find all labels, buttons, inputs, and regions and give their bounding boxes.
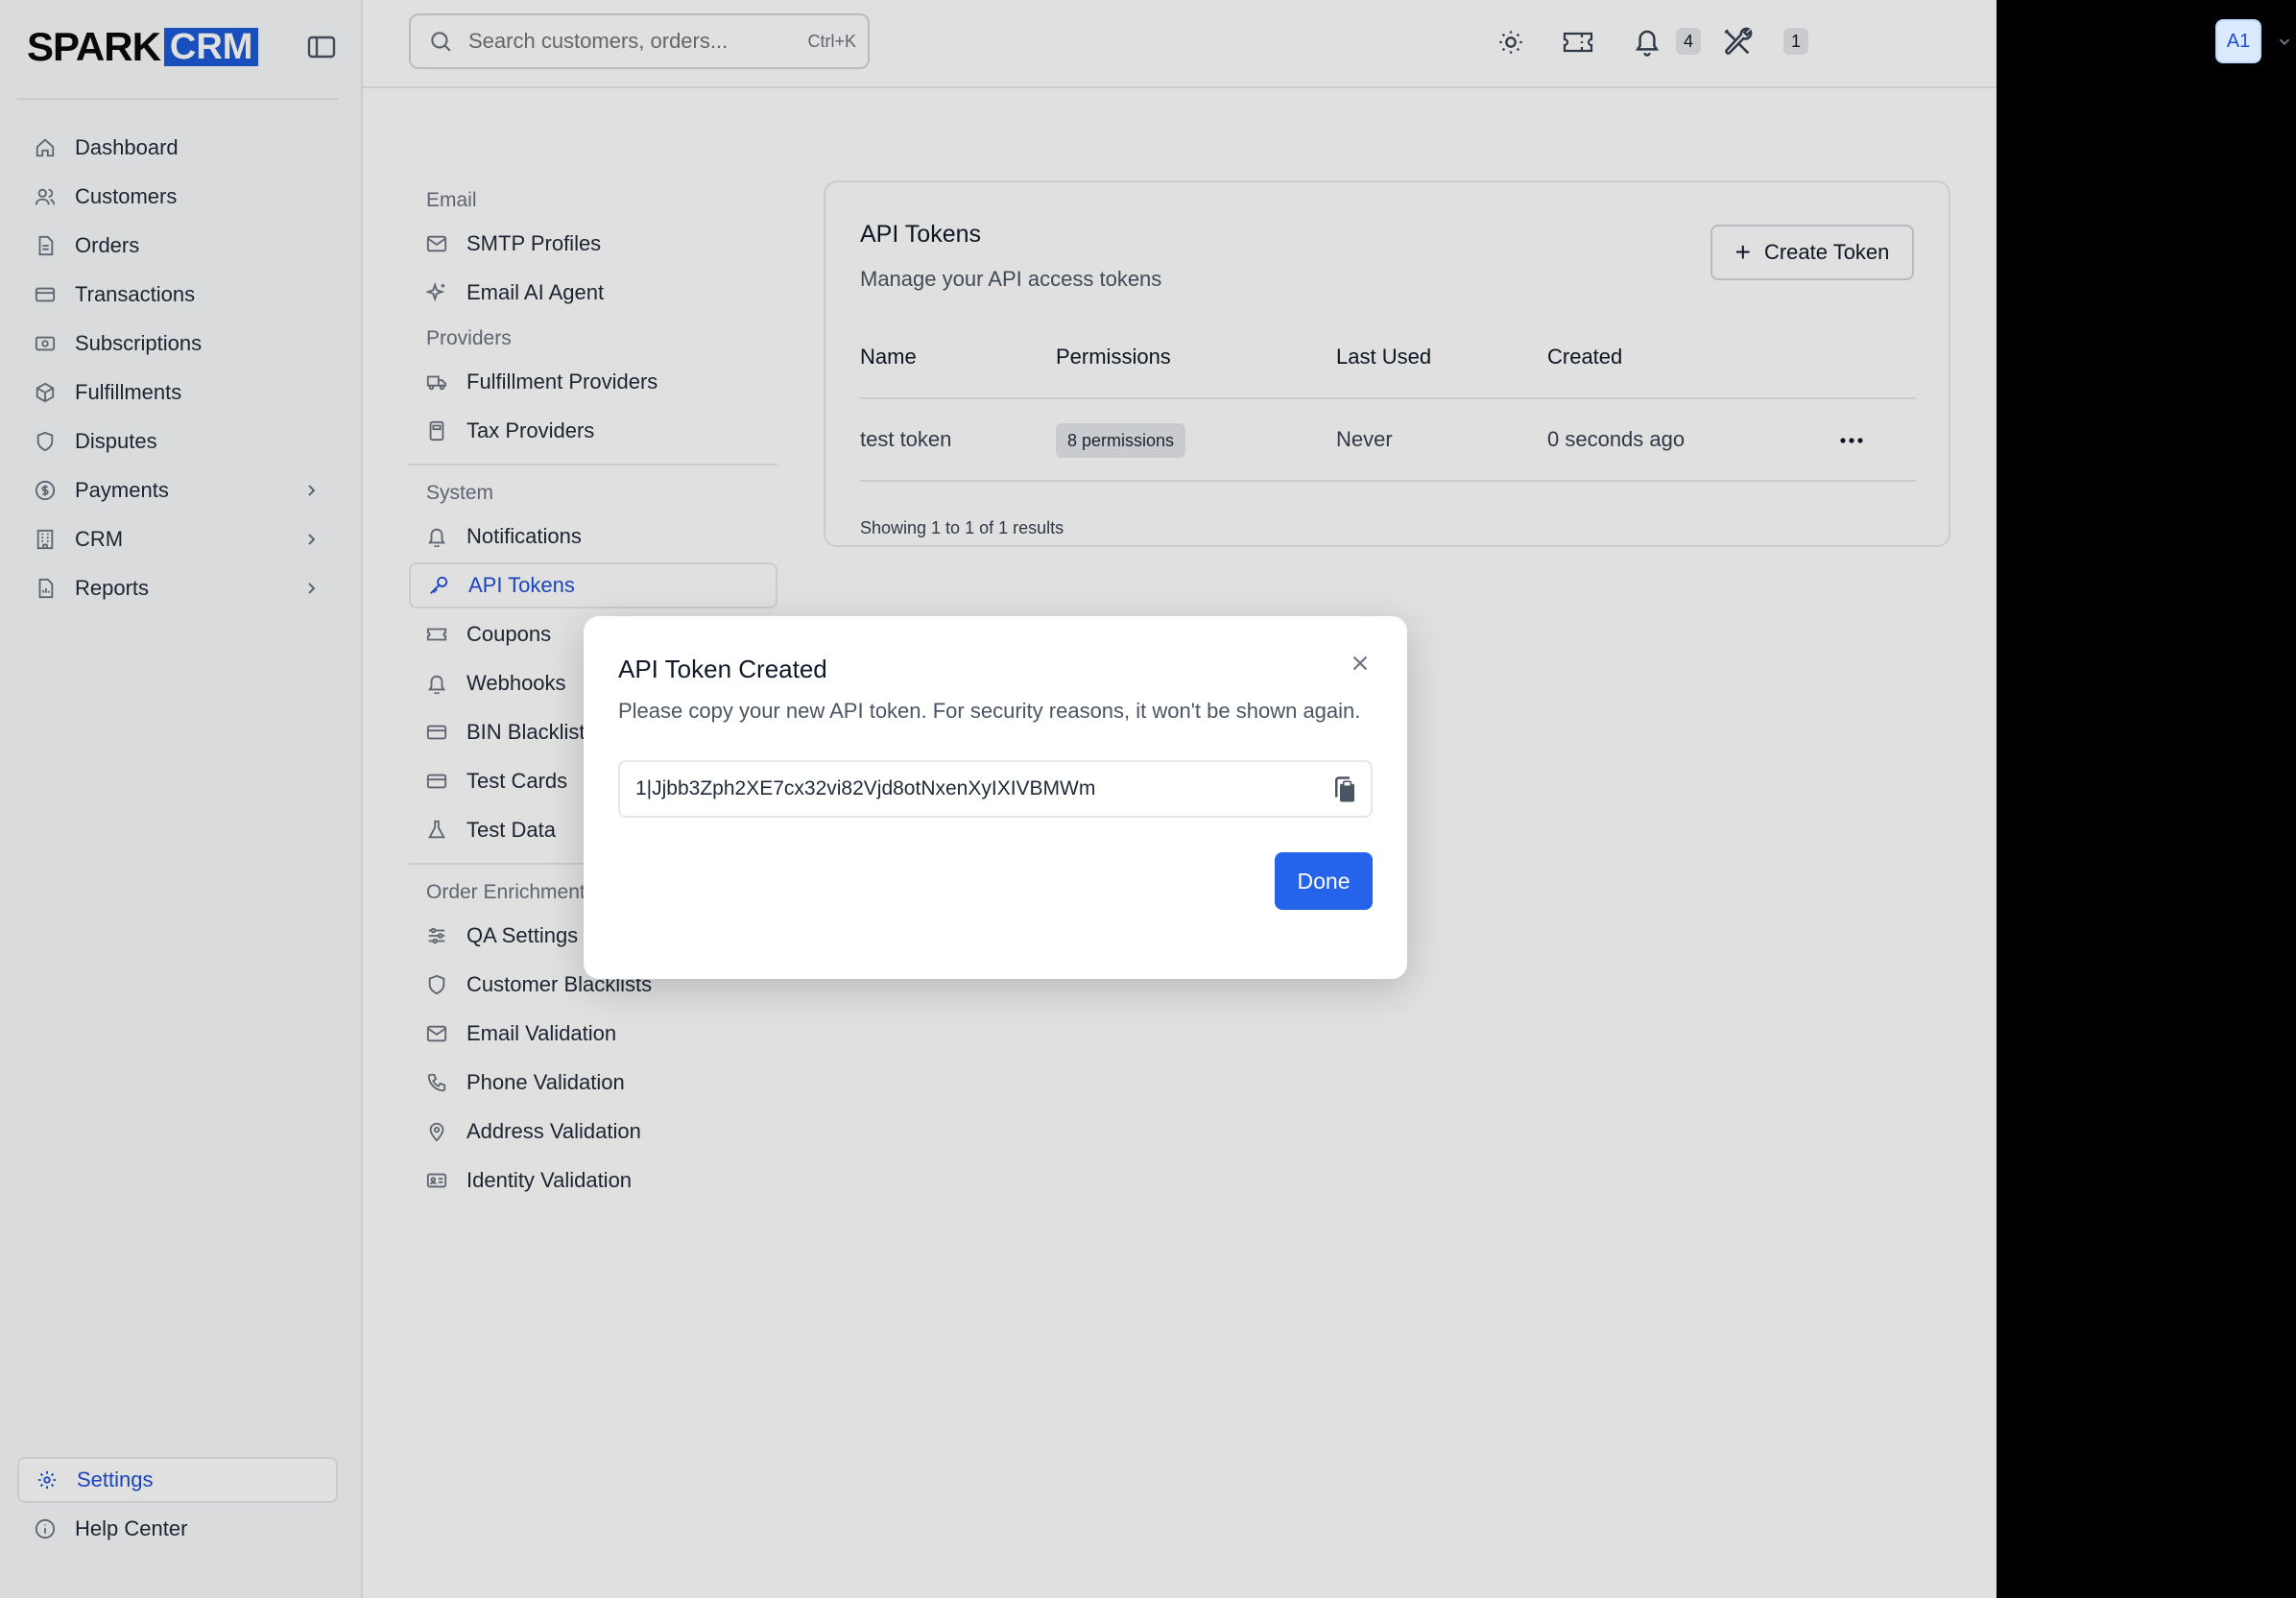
token-input[interactable] — [635, 777, 1307, 800]
done-button[interactable]: Done — [1275, 852, 1373, 910]
app-window: SPARK CRM Dashboard Customers Orders Tra… — [0, 0, 2290, 1598]
token-field — [618, 760, 1373, 818]
dialog-title: API Token Created — [618, 655, 827, 683]
close-icon[interactable] — [1348, 651, 1373, 676]
chevron-down-icon[interactable] — [2276, 33, 2293, 50]
copy-icon[interactable] — [1330, 775, 1359, 804]
avatar[interactable]: A1 — [2215, 19, 2261, 63]
token-created-dialog: API Token Created Please copy your new A… — [584, 616, 1407, 979]
dialog-description: Please copy your new API token. For secu… — [618, 699, 1361, 723]
